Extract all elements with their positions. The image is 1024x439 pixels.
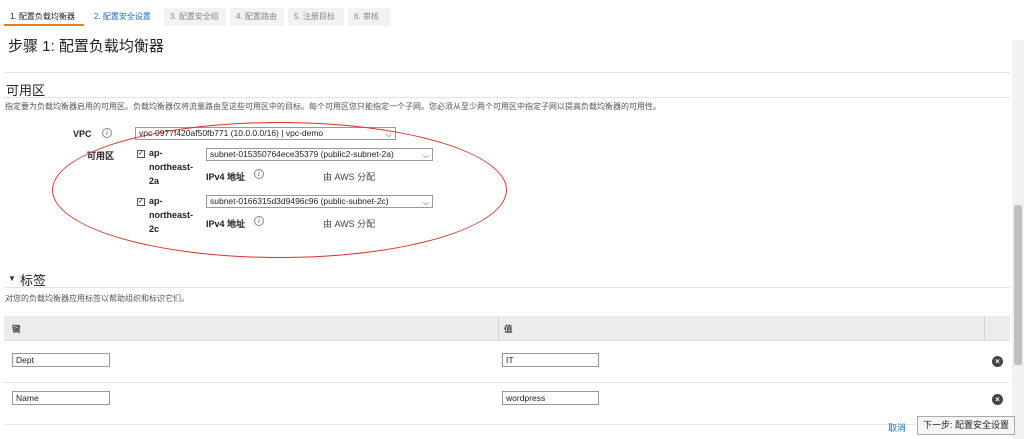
remove-tag-icon[interactable]: ×: [992, 356, 1003, 367]
az-checkbox-2c[interactable]: ✓: [137, 198, 145, 206]
ipv4-label: IPv4 地址: [206, 172, 246, 182]
step-register-targets[interactable]: 5. 注册目标: [288, 8, 344, 26]
vpc-label: VPC: [73, 129, 92, 139]
col-value: 值: [504, 324, 513, 334]
column-divider: [498, 316, 499, 340]
collapse-triangle-icon[interactable]: ▼: [8, 274, 16, 283]
step-review[interactable]: 6. 审核: [348, 8, 390, 26]
az-name: ap-northeast-2a: [149, 148, 194, 186]
column-divider: [984, 316, 985, 340]
cancel-link[interactable]: 取消: [888, 421, 906, 434]
az-label: 可用区: [87, 151, 115, 161]
vpc-value: vpc-0977f420af50fb771 (10.0.0.0/16) | vp…: [139, 128, 324, 138]
divider: [4, 97, 1010, 98]
subnet-value: subnet-015350764ece35379 (public2-subnet…: [210, 149, 394, 159]
tag-value-input[interactable]: [502, 353, 599, 367]
col-key: 键: [12, 324, 21, 334]
tags-table-header: 键 值: [4, 316, 1010, 341]
tag-key-input[interactable]: [12, 391, 110, 405]
chevron-down-icon: ⌵: [422, 151, 429, 160]
annotation-ellipse: [52, 122, 507, 258]
next-button[interactable]: 下一步: 配置安全设置: [917, 416, 1015, 435]
tag-key-input[interactable]: [12, 353, 110, 367]
az-checkbox-2a[interactable]: ✓: [137, 150, 145, 158]
step-routing[interactable]: 4. 配置路由: [230, 8, 284, 26]
subnet-select-2c[interactable]: subnet-0166315d3d9496c96 (public-subnet-…: [206, 195, 433, 208]
chevron-down-icon: ⌵: [422, 198, 429, 207]
vpc-select[interactable]: vpc-0977f420af50fb771 (10.0.0.0/16) | vp…: [135, 127, 396, 140]
remove-tag-icon[interactable]: ×: [992, 394, 1003, 405]
tag-value-input[interactable]: [502, 391, 599, 405]
chevron-down-icon: ⌵: [385, 130, 392, 139]
step-configure-lb[interactable]: 1. 配置负载均衡器: [4, 8, 84, 26]
table-row: ×: [4, 383, 1010, 425]
info-icon[interactable]: i: [254, 169, 264, 179]
subnet-select-2a[interactable]: subnet-015350764ece35379 (public2-subnet…: [206, 148, 433, 161]
availability-description: 指定要为负载均衡器启用的可用区。负载均衡器仅将流量路由至这些可用区中的目标。每个…: [5, 102, 661, 111]
subnet-value: subnet-0166315d3d9496c96 (public-subnet-…: [210, 196, 389, 206]
ipv4-value: 由 AWS 分配: [323, 219, 376, 229]
info-icon[interactable]: i: [254, 216, 264, 226]
divider: [4, 287, 1010, 288]
step-security-groups[interactable]: 3. 配置安全组: [164, 8, 226, 26]
ipv4-value: 由 AWS 分配: [323, 172, 376, 182]
table-row: ×: [4, 341, 1010, 383]
page-title: 步骤 1: 配置负载均衡器: [8, 38, 164, 55]
tags-description: 对您的负载均衡器应用标签以帮助组织和标识它们。: [5, 294, 189, 303]
divider: [4, 72, 1010, 73]
scrollbar-thumb[interactable]: [1014, 205, 1022, 365]
ipv4-label: IPv4 地址: [206, 219, 246, 229]
step-security-settings[interactable]: 2. 配置安全设置: [88, 8, 160, 26]
az-name: ap-northeast-2c: [149, 196, 194, 234]
info-icon[interactable]: i: [102, 128, 112, 138]
